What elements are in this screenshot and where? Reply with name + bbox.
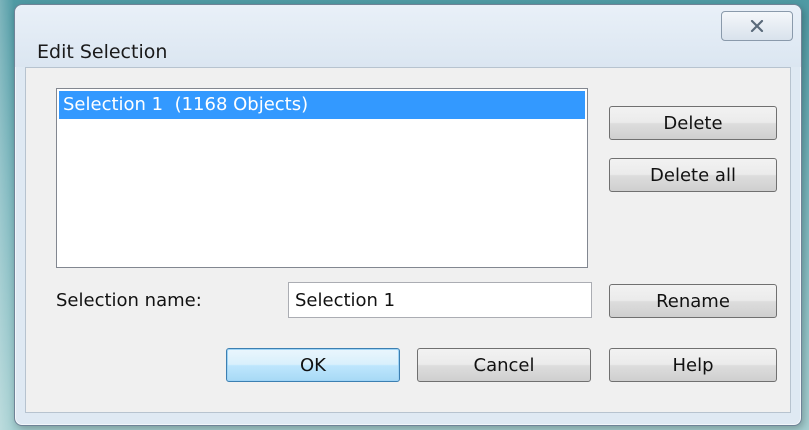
- edit-selection-dialog: Edit Selection Selection 1 (1168 Objects…: [14, 4, 802, 426]
- dialog-body: Selection 1 (1168 Objects) Delete Delete…: [25, 67, 791, 413]
- ok-button[interactable]: OK: [226, 348, 400, 382]
- delete-button[interactable]: Delete: [609, 106, 777, 140]
- list-item[interactable]: Selection 1 (1168 Objects): [59, 91, 585, 119]
- delete-all-button[interactable]: Delete all: [609, 158, 777, 192]
- selection-name-label: Selection name:: [56, 290, 202, 311]
- help-button[interactable]: Help: [609, 348, 777, 382]
- cancel-button[interactable]: Cancel: [417, 348, 591, 382]
- close-button[interactable]: [721, 11, 793, 41]
- close-icon: [750, 20, 764, 32]
- dialog-title: Edit Selection: [37, 41, 168, 63]
- rename-button[interactable]: Rename: [609, 284, 777, 318]
- selection-list[interactable]: Selection 1 (1168 Objects): [56, 88, 588, 268]
- title-bar[interactable]: Edit Selection: [15, 5, 801, 67]
- selection-name-input[interactable]: [288, 282, 592, 318]
